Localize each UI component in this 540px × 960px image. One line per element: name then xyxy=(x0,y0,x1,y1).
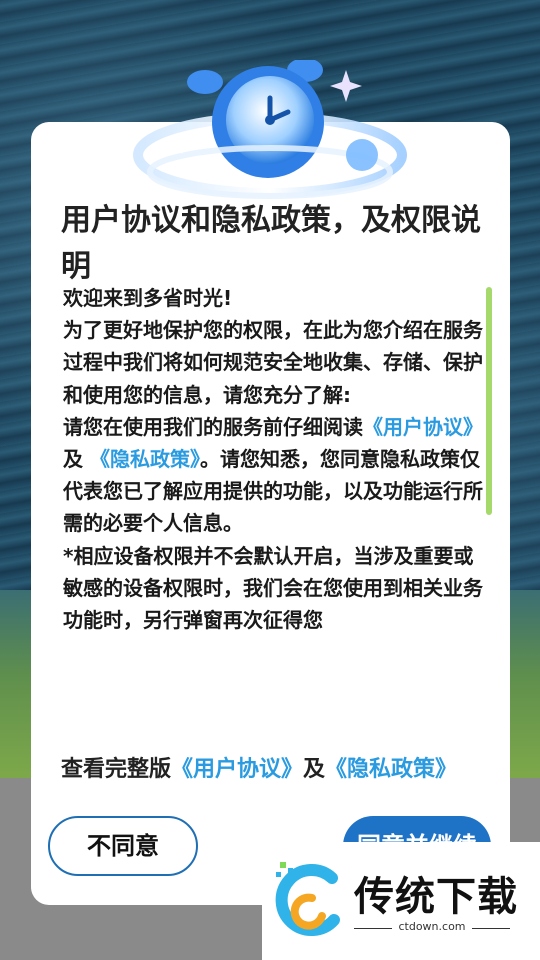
disagree-button[interactable]: 不同意 xyxy=(48,816,198,876)
dialog-title: 用户协议和隐私政策，及权限说明 xyxy=(61,203,481,284)
watermark: 传统下载 ctdown.com xyxy=(262,842,540,960)
read-paragraph: 请您在使用我们的服务前仔细阅读《用户协议》 及 《隐私政策》。请您知悉，您同意隐… xyxy=(63,411,483,540)
full-version-links: 查看完整版《用户协议》及《隐私政策》 xyxy=(61,750,506,790)
full-and-text: 及 xyxy=(303,757,326,782)
agreement-body[interactable]: 欢迎来到多省时光! 为了更好地保护您的权限，在此为您介绍在服务过程中我们将如何规… xyxy=(63,282,483,737)
read-prefix: 请您在使用我们的服务前仔细阅读 xyxy=(63,414,363,439)
scrollbar[interactable] xyxy=(486,287,492,515)
intro-text: 为了更好地保护您的权限，在此为您介绍在服务过程中我们将如何规范安全地收集、存储、… xyxy=(63,318,483,407)
greeting-text: 欢迎来到多省时光! xyxy=(63,286,233,310)
watermark-name: 传统下载 xyxy=(354,874,518,920)
full-version-prefix: 查看完整版 xyxy=(61,757,172,782)
ctdown-logo-icon xyxy=(275,862,340,936)
full-privacy-policy-link[interactable]: 《隐私政策》 xyxy=(325,757,457,782)
user-agreement-link[interactable]: 《用户协议》 xyxy=(363,415,483,439)
alarm-clock-icon xyxy=(133,60,407,199)
divider xyxy=(472,928,510,929)
privacy-policy-link[interactable]: 《隐私政策》 xyxy=(90,447,200,471)
agreement-dialog: 用户协议和隐私政策，及权限说明 欢迎来到多省时光! 为了更好地保护您的权限，在此… xyxy=(31,122,510,905)
watermark-url: ctdown.com xyxy=(398,920,466,933)
and-text: 及 xyxy=(63,447,83,472)
full-user-agreement-link[interactable]: 《用户协议》 xyxy=(171,757,303,782)
permission-note: *相应设备权限并不会默认开启，当涉及重要或敏感的设备权限时，我们会在您使用到相关… xyxy=(63,543,483,633)
